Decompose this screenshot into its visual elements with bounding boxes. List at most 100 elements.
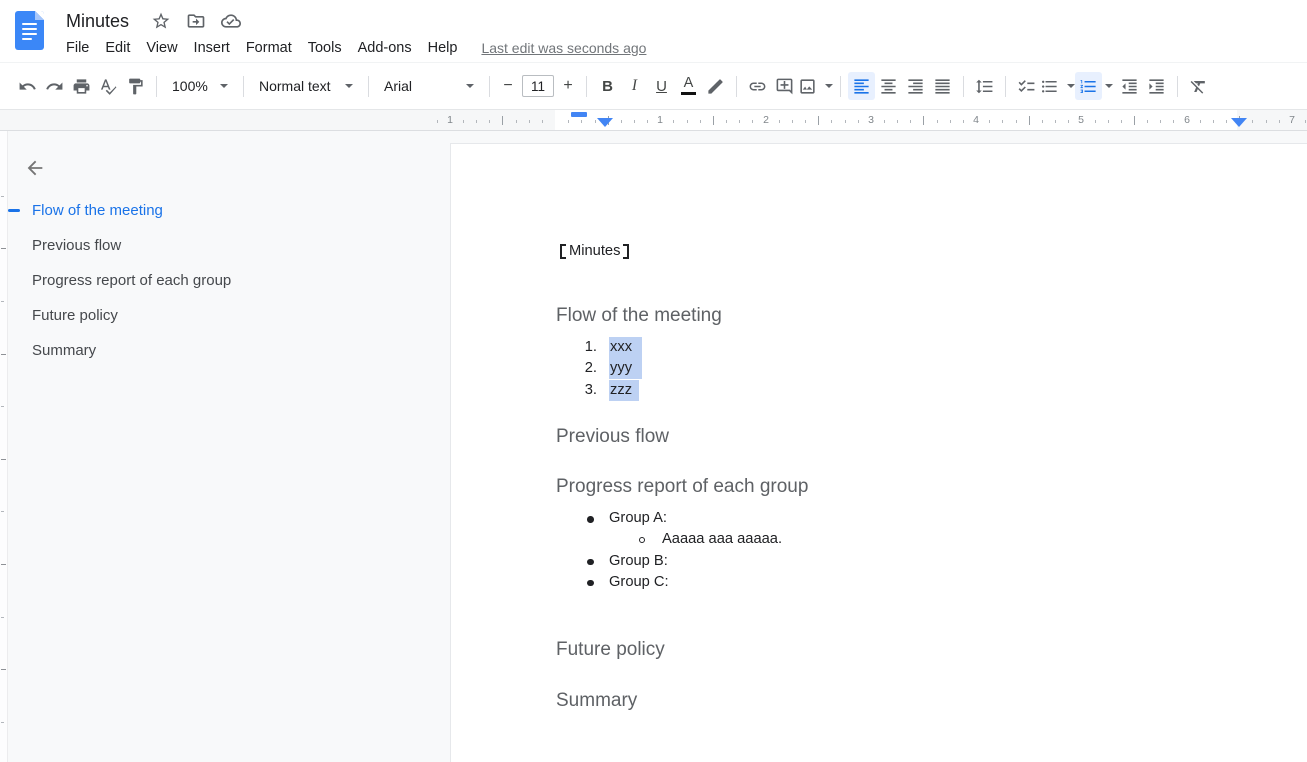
bullet-icon [587, 559, 594, 566]
numbered-list-menu-button[interactable] [1102, 72, 1116, 100]
numbered-list-icon [1079, 77, 1098, 96]
italic-icon: I [632, 77, 637, 95]
clear-formatting-button[interactable] [1185, 72, 1212, 100]
paint-format-button[interactable] [122, 72, 149, 100]
menu-format[interactable]: Format [238, 38, 300, 58]
font-family-select[interactable]: Arial [376, 72, 482, 100]
ruler-number: 1 [657, 113, 663, 127]
redo-button[interactable] [41, 72, 68, 100]
insert-link-button[interactable] [744, 72, 771, 100]
document-page[interactable]: Minutes Flow of the meeting 1. xxx 2. yy… [450, 143, 1307, 762]
outline-panel: Flow of the meeting Previous flow Progre… [0, 131, 442, 762]
doc-intro-line[interactable]: Minutes [560, 241, 629, 261]
doc-heading-previous[interactable]: Previous flow [556, 424, 669, 450]
insert-image-icon [798, 77, 817, 96]
insert-image-button[interactable] [798, 72, 833, 100]
text-color-icon: A [681, 77, 696, 95]
list-number: 2. [569, 358, 597, 379]
bulleted-list-button[interactable] [1040, 72, 1075, 100]
align-center-button[interactable] [875, 72, 902, 100]
list-item[interactable]: 3. zzz [451, 380, 1307, 401]
underline-button[interactable]: U [648, 72, 675, 100]
spellcheck-button[interactable] [95, 72, 122, 100]
menu-tools[interactable]: Tools [300, 38, 350, 58]
list-item[interactable]: 2. yyy [451, 358, 1307, 379]
menu-bar: File Edit View Insert Format Tools Add-o… [58, 35, 646, 61]
undo-icon [18, 77, 37, 96]
doc-intro-text[interactable]: Minutes [569, 241, 620, 261]
hollow-bullet-icon [639, 537, 645, 543]
google-docs-window: Minutes File Edit View Insert Format Too… [0, 0, 1307, 762]
outline-item-previous-flow[interactable]: Previous flow [0, 228, 442, 263]
line-spacing-button[interactable] [971, 72, 998, 100]
star-icon[interactable] [151, 11, 171, 31]
add-comment-icon [775, 77, 794, 96]
outline-item-future-policy[interactable]: Future policy [0, 298, 442, 333]
header: Minutes File Edit View Insert Format Too… [0, 0, 1307, 62]
toolbar-divider [963, 76, 964, 97]
doc-heading-future[interactable]: Future policy [556, 637, 665, 663]
align-right-button[interactable] [902, 72, 929, 100]
justify-button[interactable] [929, 72, 956, 100]
doc-heading-flow[interactable]: Flow of the meeting [556, 303, 722, 329]
list-item[interactable]: Group C: [451, 572, 1307, 593]
close-outline-button[interactable] [24, 157, 50, 183]
text-color-button[interactable]: A [675, 72, 702, 100]
menu-insert[interactable]: Insert [186, 38, 238, 58]
selected-text[interactable]: xxx [609, 337, 642, 358]
menu-view[interactable]: View [138, 38, 185, 58]
increase-font-size-button[interactable]: + [557, 74, 579, 98]
chevron-down-icon [466, 84, 474, 88]
add-comment-button[interactable] [771, 72, 798, 100]
list-item[interactable]: Group A: [451, 508, 1307, 529]
ruler-number: 5 [1078, 113, 1084, 127]
menu-addons[interactable]: Add-ons [350, 38, 420, 58]
decrease-font-size-button[interactable]: − [497, 74, 519, 98]
left-indent-marker[interactable] [597, 118, 613, 127]
horizontal-ruler[interactable]: 1 1 2 3 4 5 6 7 [0, 110, 1307, 131]
list-item[interactable]: Group B: [451, 551, 1307, 572]
undo-button[interactable] [14, 72, 41, 100]
print-button[interactable] [68, 72, 95, 100]
align-left-button[interactable] [848, 72, 875, 100]
menu-file[interactable]: File [58, 38, 97, 58]
paragraph-styles-select[interactable]: Normal text [251, 72, 361, 100]
selected-text[interactable]: zzz [609, 380, 639, 401]
clear-formatting-icon [1189, 77, 1208, 96]
highlight-color-button[interactable] [702, 72, 729, 100]
increase-indent-button[interactable] [1143, 72, 1170, 100]
doc-heading-summary[interactable]: Summary [556, 688, 637, 714]
styles-value: Normal text [259, 78, 337, 94]
move-to-folder-icon[interactable] [186, 11, 206, 31]
docs-logo-icon[interactable] [15, 11, 44, 50]
decrease-indent-icon [1120, 77, 1139, 96]
list-item[interactable]: 1. xxx [451, 337, 1307, 358]
bullet-icon [587, 516, 594, 523]
right-indent-marker[interactable] [1231, 118, 1247, 127]
menu-edit[interactable]: Edit [97, 38, 138, 58]
selected-text[interactable]: yyy [609, 358, 642, 379]
line-spacing-icon [975, 77, 994, 96]
menu-help[interactable]: Help [420, 38, 466, 58]
list-item[interactable]: Aaaaa aaa aaaaa. [451, 529, 1307, 550]
bold-button[interactable]: B [594, 72, 621, 100]
link-icon [748, 77, 767, 96]
decrease-indent-button[interactable] [1116, 72, 1143, 100]
outline-item-progress-report[interactable]: Progress report of each group [0, 263, 442, 298]
numbered-list-button[interactable] [1075, 72, 1102, 100]
cloud-saved-icon[interactable] [221, 11, 241, 31]
last-edit-link[interactable]: Last edit was seconds ago [481, 40, 646, 56]
checklist-button[interactable] [1013, 72, 1040, 100]
doc-numbered-list: 1. xxx 2. yyy 3. zzz [451, 337, 1307, 401]
document-title[interactable]: Minutes [66, 11, 129, 32]
first-line-indent-marker[interactable] [571, 112, 587, 117]
spellcheck-icon [99, 77, 118, 96]
cjk-bracket-open [560, 244, 566, 259]
outline-item-summary[interactable]: Summary [0, 333, 442, 368]
zoom-select[interactable]: 100% [164, 72, 236, 100]
font-size-input[interactable]: 11 [522, 75, 554, 97]
outline-item-flow-of-the-meeting[interactable]: Flow of the meeting [0, 193, 442, 228]
checklist-icon [1017, 77, 1036, 96]
doc-heading-progress[interactable]: Progress report of each group [556, 474, 808, 500]
italic-button[interactable]: I [621, 72, 648, 100]
